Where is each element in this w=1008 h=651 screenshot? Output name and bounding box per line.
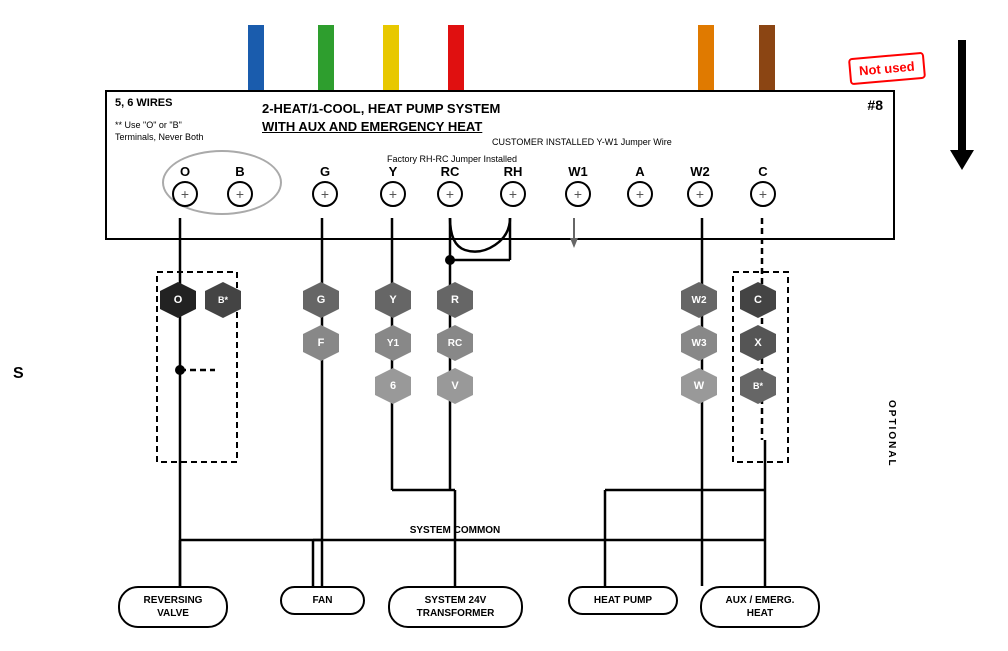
terminal-W1: W1 +	[565, 164, 591, 207]
s-label: S	[13, 365, 24, 383]
factory-jumper-label: Factory RH-RC Jumper Installed	[387, 154, 517, 164]
terminal-W2: W2 +	[687, 164, 713, 207]
hex-V: V	[437, 368, 473, 404]
hex-R: R	[437, 282, 473, 318]
terminal-B: B +	[227, 164, 253, 207]
wires-label: 5, 6 WIRES	[115, 97, 172, 109]
hex-Y1: Y1	[375, 325, 411, 361]
black-arrow-not-used	[950, 40, 974, 170]
hex-Bstar-right: B*	[740, 368, 776, 404]
box-heat-pump: HEAT PUMP	[568, 586, 678, 615]
hex-B: B*	[205, 282, 241, 318]
svg-text:SYSTEM COMMON: SYSTEM COMMON	[410, 525, 501, 536]
main-wiring-box: 2-HEAT/1-COOL, HEAT PUMP SYSTEM WITH AUX…	[105, 90, 895, 240]
box-fan: FAN	[280, 586, 365, 615]
hex-W: W	[681, 368, 717, 404]
hex-6: 6	[375, 368, 411, 404]
terminal-RH: RH +	[500, 164, 526, 207]
hex-W2: W2	[681, 282, 717, 318]
hex-W3: W3	[681, 325, 717, 361]
hex-O: O	[160, 282, 196, 318]
box-reversing-valve: REVERSINGVALVE	[118, 586, 228, 628]
badge-number: #8	[867, 97, 883, 113]
hex-Y: Y	[375, 282, 411, 318]
wiring-diagram: Not used 2-HEAT/1-COOL, HEAT PUMP SYS	[5, 10, 985, 630]
terminal-RC: RC +	[437, 164, 463, 207]
not-used-label: Not used	[848, 52, 926, 85]
terminal-C: C +	[750, 164, 776, 207]
terminal-G: G +	[312, 164, 338, 207]
hex-G: G	[303, 282, 339, 318]
terminal-A: A +	[627, 164, 653, 207]
hex-C: C	[740, 282, 776, 318]
hex-X: X	[740, 325, 776, 361]
hex-F: F	[303, 325, 339, 361]
box-transformer: SYSTEM 24VTRANSFORMER	[388, 586, 523, 628]
customer-installed-label: CUSTOMER INSTALLED Y-W1 Jumper Wire	[492, 137, 672, 147]
terminal-O: O +	[172, 164, 198, 207]
ob-note: ** Use "O" or "B"Terminals, Never Both	[115, 120, 204, 143]
optional-text: OPTIONAL	[886, 400, 897, 468]
box-aux-heat: AUX / EMERG.HEAT	[700, 586, 820, 628]
hex-RC: RC	[437, 325, 473, 361]
terminal-Y: Y +	[380, 164, 406, 207]
diagram-title: 2-HEAT/1-COOL, HEAT PUMP SYSTEM WITH AUX…	[262, 100, 500, 136]
